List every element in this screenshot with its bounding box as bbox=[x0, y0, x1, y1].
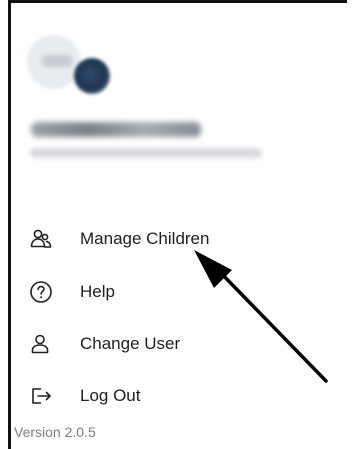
profile-header bbox=[11, 3, 347, 173]
avatar-initials-blurred bbox=[42, 55, 72, 67]
menu-item-manage-children[interactable]: Manage Children bbox=[11, 217, 341, 261]
menu-item-label: Help bbox=[80, 282, 115, 301]
menu-item-help[interactable]: Help bbox=[11, 270, 341, 314]
user-name-blurred bbox=[31, 122, 201, 137]
menu-item-label: Change User bbox=[80, 334, 181, 353]
avatar-status-dot bbox=[74, 58, 110, 94]
children-icon bbox=[30, 229, 52, 248]
app-version: Version 2.0.5 bbox=[14, 424, 96, 440]
menu-item-change-user[interactable]: Change User bbox=[11, 322, 341, 366]
user-icon bbox=[31, 334, 49, 354]
menu-item-label: Log Out bbox=[80, 386, 141, 405]
navigation-drawer: Manage Children Help Change User Log Out bbox=[11, 3, 347, 449]
user-email-blurred bbox=[30, 148, 262, 158]
help-circle-icon bbox=[30, 281, 52, 303]
menu-item-label: Manage Children bbox=[80, 229, 210, 248]
menu-item-log-out[interactable]: Log Out bbox=[11, 374, 341, 418]
logout-icon bbox=[32, 388, 51, 404]
